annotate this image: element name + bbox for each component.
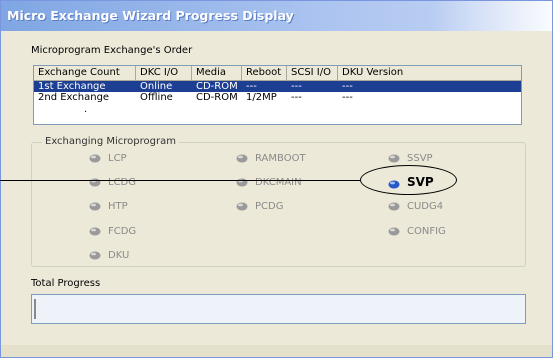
led-icon [89, 154, 101, 163]
column-header-exchange-count[interactable]: Exchange Count [34, 66, 136, 80]
led-icon [236, 202, 248, 211]
order-label: Microprogram Exchange's Order [31, 45, 193, 56]
wizard-window: Micro Exchange Wizard Progress Display M… [0, 0, 553, 358]
callout-line [0, 180, 360, 181]
program-lcdg: LCDG [89, 177, 136, 188]
total-progress-bar [31, 294, 526, 324]
column-header-scsi-io[interactable]: SCSI I/O [287, 66, 338, 80]
led-icon [388, 202, 400, 211]
progress-caret [34, 299, 36, 319]
list-header: Exchange Count DKC I/O Media Reboot SCSI… [34, 66, 521, 81]
led-icon [236, 154, 248, 163]
status-bar [1, 345, 552, 357]
title-bar: Micro Exchange Wizard Progress Display [1, 1, 552, 31]
program-pcdg: PCDG [236, 201, 283, 212]
program-lcp: LCP [89, 153, 127, 164]
table-row[interactable]: 2nd Exchange Offline CD-ROM 1/2MP --- --… [34, 92, 521, 103]
led-icon [89, 202, 101, 211]
program-config: CONFIG [388, 226, 446, 237]
column-header-dku-version[interactable]: DKU Version [338, 66, 410, 80]
table-row[interactable]: 1st Exchange Online CD-ROM --- --- --- [34, 81, 521, 92]
led-icon [388, 227, 400, 236]
program-ramboot: RAMBOOT [236, 153, 306, 164]
program-ssvp: SSVP [388, 153, 433, 164]
column-header-media[interactable]: Media [192, 66, 242, 80]
window-title: Micro Exchange Wizard Progress Display [7, 8, 294, 23]
program-cudg4: CUDG4 [388, 201, 443, 212]
led-icon [89, 227, 101, 236]
column-header-dkc-io[interactable]: DKC I/O [136, 66, 192, 80]
highlight-ellipse [360, 165, 457, 195]
exchange-order-list[interactable]: Exchange Count DKC I/O Media Reboot SCSI… [33, 65, 522, 125]
program-htp: HTP [89, 201, 128, 212]
total-progress-label: Total Progress [31, 278, 101, 289]
list-dot: . [84, 104, 88, 115]
led-icon [388, 154, 400, 163]
program-fcdg: FCDG [89, 226, 136, 237]
program-dkcmain: DKCMAIN [236, 177, 302, 188]
group-title: Exchanging Microprogram [42, 136, 179, 147]
program-dku: DKU [89, 250, 129, 261]
led-icon [89, 251, 101, 260]
column-header-reboot[interactable]: Reboot [242, 66, 287, 80]
